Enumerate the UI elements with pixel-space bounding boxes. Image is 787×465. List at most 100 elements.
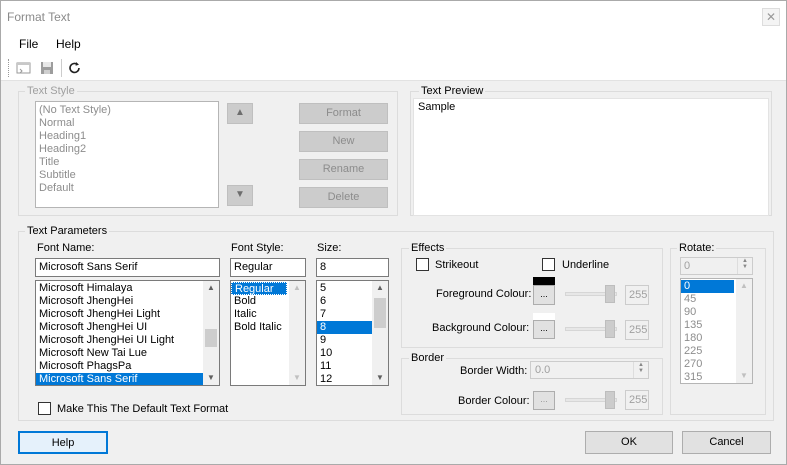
foreground-colour-picker[interactable]: ... bbox=[533, 277, 555, 305]
toolbar-separator bbox=[61, 59, 62, 77]
text-style-list[interactable]: (No Text Style) Normal Heading1 Heading2… bbox=[35, 101, 219, 208]
spinner-arrows-icon[interactable]: ▲ ▼ bbox=[737, 258, 752, 274]
list-item[interactable]: Heading1 bbox=[36, 130, 218, 143]
list-item[interactable]: Subtitle bbox=[36, 169, 218, 182]
scroll-down-icon[interactable]: ▼ bbox=[736, 369, 752, 383]
delete-button[interactable]: Delete bbox=[299, 187, 388, 208]
close-icon[interactable]: ✕ bbox=[762, 8, 780, 26]
border-width-label: Border Width: bbox=[460, 365, 528, 377]
format-button[interactable]: Format bbox=[299, 103, 388, 124]
rotate-list-scrollbar[interactable]: ▲ ▼ bbox=[736, 279, 752, 383]
text-preview-legend: Text Preview bbox=[419, 85, 486, 97]
format-text-dialog: Format Text ✕ File Help Text Style (No T… bbox=[0, 0, 787, 465]
size-list-scrollbar[interactable]: ▲ ▼ bbox=[372, 281, 388, 385]
foreground-colour-swatch bbox=[533, 277, 555, 285]
list-item[interactable]: Microsoft JhengHei UI bbox=[36, 321, 219, 334]
scroll-up-icon[interactable]: ▲ bbox=[203, 281, 219, 295]
foreground-slider-thumb[interactable] bbox=[605, 285, 615, 303]
font-style-list[interactable]: Regular Bold Italic Bold Italic ▲ ▼ bbox=[230, 280, 306, 386]
border-width-spinner[interactable]: 0.0 ▲ ▼ bbox=[530, 361, 649, 379]
border-legend: Border bbox=[409, 352, 447, 364]
background-colour-button[interactable]: ... bbox=[533, 320, 555, 339]
menu-file[interactable]: File bbox=[19, 37, 38, 51]
menu-bar: File Help bbox=[1, 33, 786, 55]
font-name-list[interactable]: Microsoft Himalaya Microsoft JhengHei Mi… bbox=[35, 280, 220, 386]
background-colour-swatch bbox=[533, 313, 555, 320]
list-item[interactable]: Microsoft JhengHei Light bbox=[36, 308, 219, 321]
scroll-up-icon[interactable]: ▲ bbox=[372, 281, 388, 295]
preview-area: Sample bbox=[413, 98, 769, 216]
list-item-selected[interactable]: Regular bbox=[231, 282, 287, 295]
font-style-field[interactable]: Regular bbox=[230, 258, 306, 277]
size-field[interactable]: 8 bbox=[316, 258, 389, 277]
strikeout-checkbox[interactable] bbox=[416, 258, 429, 271]
move-up-button[interactable]: ▲ bbox=[227, 103, 253, 124]
scroll-up-icon[interactable]: ▲ bbox=[736, 279, 752, 293]
size-label: Size: bbox=[317, 242, 342, 254]
strikeout-label: Strikeout bbox=[435, 259, 479, 271]
toolbar bbox=[1, 55, 786, 81]
font-style-label: Font Style: bbox=[231, 242, 284, 254]
move-down-button[interactable]: ▼ bbox=[227, 185, 253, 206]
background-colour-label: Background Colour: bbox=[432, 322, 530, 334]
scroll-thumb[interactable] bbox=[374, 298, 386, 328]
rotate-legend: Rotate: bbox=[677, 242, 717, 254]
scroll-thumb[interactable] bbox=[205, 329, 217, 347]
scroll-down-icon[interactable]: ▼ bbox=[372, 371, 388, 385]
font-name-label: Font Name: bbox=[37, 242, 95, 254]
help-button[interactable]: Help bbox=[18, 431, 108, 454]
toolbar-grip[interactable] bbox=[8, 59, 10, 77]
list-item[interactable]: Default bbox=[36, 182, 218, 195]
rotate-spinner[interactable]: 0 ▲ ▼ bbox=[680, 257, 753, 275]
background-colour-picker[interactable]: ... bbox=[533, 313, 555, 339]
scroll-down-icon[interactable]: ▼ bbox=[289, 371, 305, 385]
background-slider-thumb[interactable] bbox=[605, 320, 615, 338]
style-list-scrollbar[interactable]: ▲ ▼ bbox=[289, 281, 305, 385]
foreground-value[interactable]: 255 bbox=[625, 285, 649, 305]
list-item-selected[interactable]: 0 bbox=[681, 280, 734, 293]
save-icon[interactable] bbox=[39, 60, 55, 76]
foreground-colour-button[interactable]: ... bbox=[533, 285, 555, 305]
spinner-arrows-icon[interactable]: ▲ ▼ bbox=[633, 362, 648, 378]
scroll-down-icon[interactable]: ▼ bbox=[203, 371, 219, 385]
rename-button[interactable]: Rename bbox=[299, 159, 388, 180]
border-colour-button[interactable]: ... bbox=[533, 391, 555, 410]
font-list-scrollbar[interactable]: ▲ ▼ bbox=[203, 281, 219, 385]
size-list[interactable]: 5 6 7 8 9 10 11 12 ▲ ▼ bbox=[316, 280, 389, 386]
list-item[interactable]: Title bbox=[36, 156, 218, 169]
rotate-value: 0 bbox=[684, 260, 691, 272]
list-item-selected[interactable]: 8 bbox=[317, 321, 372, 334]
effects-legend: Effects bbox=[409, 242, 447, 254]
border-colour-value[interactable]: 255 bbox=[625, 390, 649, 410]
list-item[interactable]: Microsoft PhagsPa bbox=[36, 360, 219, 373]
window-title: Format Text bbox=[7, 10, 71, 24]
border-slider-thumb[interactable] bbox=[605, 391, 615, 409]
border-colour-label: Border Colour: bbox=[458, 395, 530, 407]
new-button[interactable]: New bbox=[299, 131, 388, 152]
border-width-value: 0.0 bbox=[535, 364, 551, 376]
list-item[interactable]: Normal bbox=[36, 117, 218, 130]
ok-button[interactable]: OK bbox=[585, 431, 673, 454]
refresh-icon[interactable] bbox=[67, 60, 83, 76]
menu-help[interactable]: Help bbox=[56, 37, 81, 51]
list-item[interactable]: (No Text Style) bbox=[36, 104, 218, 117]
background-value[interactable]: 255 bbox=[625, 320, 649, 340]
default-format-label: Make This The Default Text Format bbox=[57, 403, 229, 415]
list-item-selected[interactable]: Microsoft Sans Serif bbox=[36, 373, 203, 385]
list-item[interactable]: Microsoft Himalaya bbox=[36, 282, 219, 295]
underline-label: Underline bbox=[562, 259, 610, 271]
title-bar: Format Text ✕ bbox=[1, 1, 786, 33]
preview-sample-text: Sample bbox=[418, 101, 456, 113]
list-item[interactable]: Heading2 bbox=[36, 143, 218, 156]
list-item[interactable]: Microsoft JhengHei UI Light bbox=[36, 334, 219, 347]
default-format-checkbox[interactable] bbox=[38, 402, 51, 415]
foreground-colour-label: Foreground Colour: bbox=[436, 288, 532, 300]
rotate-list[interactable]: 0 45 90 135 180 225 270 315 ▲ ▼ bbox=[680, 278, 753, 384]
cancel-button[interactable]: Cancel bbox=[682, 431, 771, 454]
font-name-field[interactable]: Microsoft Sans Serif bbox=[35, 258, 220, 277]
list-item[interactable]: Microsoft New Tai Lue bbox=[36, 347, 219, 360]
list-item[interactable]: Microsoft JhengHei bbox=[36, 295, 219, 308]
apply-icon[interactable] bbox=[16, 60, 32, 76]
scroll-up-icon[interactable]: ▲ bbox=[289, 281, 305, 295]
underline-checkbox[interactable] bbox=[542, 258, 555, 271]
